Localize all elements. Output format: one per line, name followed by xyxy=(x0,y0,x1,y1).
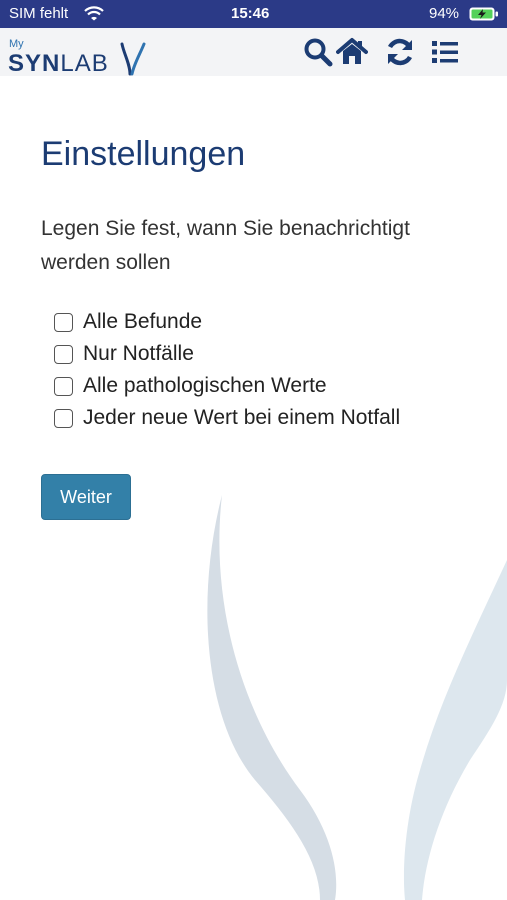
checkbox[interactable] xyxy=(54,408,73,428)
checkbox[interactable] xyxy=(54,376,73,396)
logo-mark-icon xyxy=(120,42,146,76)
search-icon[interactable] xyxy=(302,36,334,68)
status-bar: SIM fehlt 15:46 94% xyxy=(0,0,507,28)
option-neuer-wert-notfall[interactable]: Jeder neue Wert bei einem Notfall xyxy=(54,402,400,434)
wifi-icon xyxy=(84,6,104,25)
battery-charging-icon xyxy=(469,7,499,25)
clock: 15:46 xyxy=(231,5,270,22)
option-label: Jeder neue Wert bei einem Notfall xyxy=(83,406,401,429)
option-pathologische-werte[interactable]: Alle pathologischen Werte xyxy=(54,370,400,402)
logo-regular: LAB xyxy=(60,50,109,77)
checkbox[interactable] xyxy=(54,344,73,364)
option-nur-notfaelle[interactable]: Nur Notfälle xyxy=(54,338,400,370)
app-header: My SYNLAB xyxy=(0,28,507,78)
notification-options: Alle Befunde Nur Notfälle Alle pathologi… xyxy=(54,306,400,434)
page-title: Einstellungen xyxy=(41,135,246,173)
home-icon[interactable] xyxy=(336,36,368,68)
option-label: Alle pathologischen Werte xyxy=(83,374,327,397)
option-label: Alle Befunde xyxy=(83,310,203,333)
intro-text: Legen Sie fest, wann Sie benachrichtigt … xyxy=(41,217,410,274)
refresh-icon[interactable] xyxy=(384,36,416,68)
battery-percent: 94% xyxy=(429,5,460,22)
carrier-label: SIM fehlt xyxy=(9,5,69,22)
screen: SIM fehlt 15:46 94% My SYNLAB Einstellun… xyxy=(0,0,507,900)
synlab-watermark xyxy=(0,480,507,900)
logo-prefix: My xyxy=(9,38,24,50)
weiter-button[interactable]: Weiter xyxy=(41,474,131,520)
logo-wordmark: SYNLAB xyxy=(8,50,109,78)
checkbox[interactable] xyxy=(54,312,73,332)
option-alle-befunde[interactable]: Alle Befunde xyxy=(54,306,400,338)
option-label: Nur Notfälle xyxy=(83,342,194,365)
list-menu-icon[interactable] xyxy=(429,36,461,68)
synlab-logo[interactable]: My SYNLAB xyxy=(8,36,148,78)
logo-bold: SYN xyxy=(8,50,61,77)
